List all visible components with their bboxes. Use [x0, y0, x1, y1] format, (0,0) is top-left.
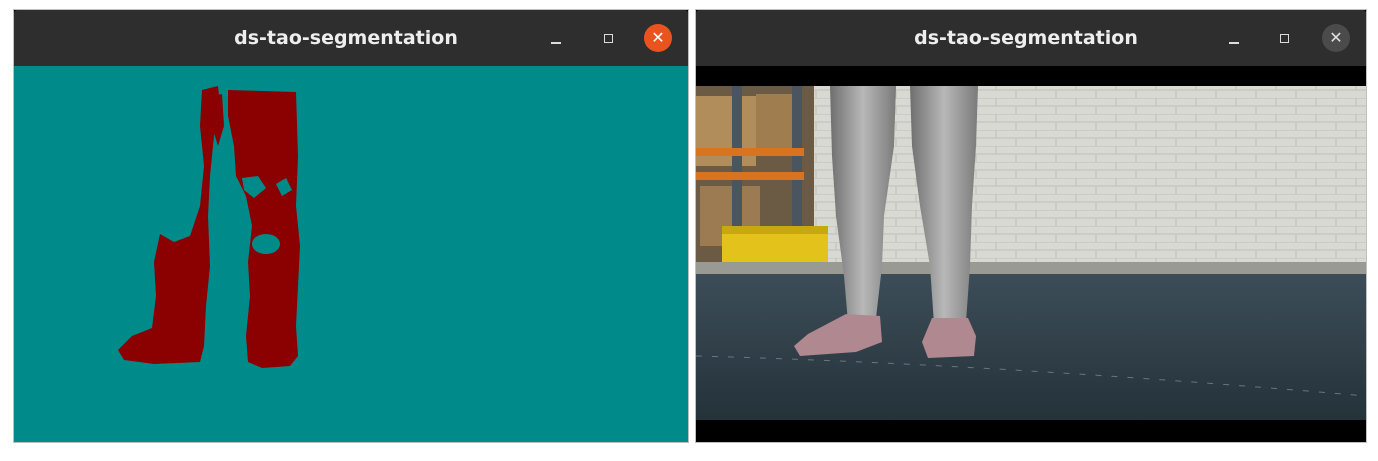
close-button[interactable]: ✕ [1322, 24, 1350, 52]
minimize-button[interactable] [1220, 24, 1248, 52]
camera-frame-window: ds-tao-segmentation ✕ [696, 10, 1366, 442]
window-titlebar[interactable]: ds-tao-segmentation ✕ [696, 10, 1366, 66]
segmentation-mask-window: ds-tao-segmentation ✕ [14, 10, 688, 442]
maximize-button[interactable] [1270, 24, 1298, 52]
camera-frame [696, 66, 1366, 442]
minimize-button[interactable] [542, 24, 570, 52]
minimize-icon [551, 42, 561, 44]
close-icon: ✕ [644, 24, 672, 52]
maximize-button[interactable] [594, 24, 622, 52]
window-title: ds-tao-segmentation [914, 27, 1138, 49]
close-button[interactable]: ✕ [644, 24, 672, 52]
segmentation-mask [14, 66, 688, 442]
window-titlebar[interactable]: ds-tao-segmentation ✕ [14, 10, 688, 66]
maximize-icon [1279, 33, 1289, 43]
maximize-icon [603, 33, 613, 43]
window-title: ds-tao-segmentation [234, 27, 458, 49]
camera-frame-view [696, 66, 1366, 442]
segmentation-mask-view [14, 66, 688, 442]
person-right-shoe [922, 318, 976, 358]
close-icon: ✕ [1322, 24, 1350, 52]
minimize-icon [1229, 42, 1239, 44]
